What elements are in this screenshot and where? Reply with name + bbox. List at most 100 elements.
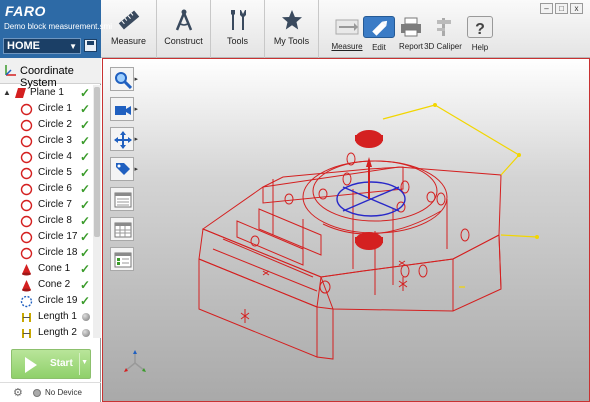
feature-label: Circle 18 xyxy=(38,247,78,258)
feature-label: Circle 8 xyxy=(38,215,72,226)
feature-label: Length 1 xyxy=(38,311,77,322)
table-view-tool[interactable] xyxy=(110,217,134,241)
checkmark-icon: ✓ xyxy=(80,294,91,308)
feature-row[interactable]: Circle 3 ✓ xyxy=(0,133,93,149)
coordinate-axes-icon xyxy=(5,65,16,76)
feature-row[interactable]: Circle 5 ✓ xyxy=(0,165,93,181)
help-button-label: Help xyxy=(471,43,489,52)
circle-icon xyxy=(20,103,33,116)
brand-panel: FARO Demo block measurement.smi HOME ▼ xyxy=(0,0,112,58)
ribbon: FARO Demo block measurement.smi HOME ▼ M… xyxy=(0,0,590,58)
feature-row[interactable]: Circle 8 ✓ xyxy=(0,213,93,229)
chevron-right-icon: ▸ xyxy=(134,76,138,83)
checkmark-icon: ✓ xyxy=(80,118,91,132)
feature-row[interactable]: Circle 18 ✓ xyxy=(0,245,93,261)
home-dropdown[interactable]: HOME ▼ xyxy=(3,38,81,54)
camera-view-tool[interactable]: ▸ xyxy=(110,97,138,121)
circle-icon xyxy=(20,151,33,164)
circle-icon xyxy=(20,215,33,228)
caliper-icon xyxy=(437,18,451,36)
tab-construct[interactable]: Construct xyxy=(157,0,211,58)
circle-constructed-icon xyxy=(20,295,33,308)
feature-row[interactable]: Cone 1 ✓ xyxy=(0,261,93,277)
checkmark-icon: ✓ xyxy=(80,230,91,244)
chevron-down-icon[interactable]: ▼ xyxy=(81,359,88,366)
feature-row[interactable]: Length 1 xyxy=(0,309,93,325)
minimize-button[interactable]: – xyxy=(540,3,553,14)
measure-ruler-icon xyxy=(118,10,139,30)
edit-button[interactable]: Edit xyxy=(363,16,395,52)
tab-my-tools-label: My Tools xyxy=(273,36,310,46)
home-label: HOME xyxy=(7,40,40,52)
gear-icon[interactable]: ⚙ xyxy=(13,386,23,399)
file-name: Demo block measurement.smi xyxy=(4,22,113,31)
circle-icon xyxy=(20,247,33,260)
pan-arrows-icon xyxy=(114,131,132,149)
list-view-tool[interactable] xyxy=(110,187,134,211)
start-button[interactable]: Start ▼ xyxy=(11,349,91,379)
length-icon xyxy=(22,329,31,338)
report-button[interactable]: Report xyxy=(395,16,427,51)
star-icon xyxy=(281,10,302,30)
measure-arrow-icon xyxy=(335,19,359,35)
feature-row[interactable]: Length 2 xyxy=(0,325,93,341)
save-icon[interactable] xyxy=(84,39,97,52)
maximize-button[interactable]: □ xyxy=(555,3,568,14)
measure-button[interactable]: Measure xyxy=(331,16,363,51)
3d-caliper-button[interactable]: 3D Caliper xyxy=(424,16,462,51)
feature-label: Circle 5 xyxy=(38,167,72,178)
play-icon xyxy=(25,357,37,373)
feature-row[interactable]: Circle 6 ✓ xyxy=(0,181,93,197)
checkmark-icon: ✓ xyxy=(80,198,91,212)
checkmark-icon: ✓ xyxy=(80,150,91,164)
checkmark-icon: ✓ xyxy=(80,134,91,148)
feature-row[interactable]: Circle 19 ✓ xyxy=(0,293,93,309)
table-icon xyxy=(114,222,132,238)
zoom-tool[interactable]: ▸ xyxy=(110,67,138,91)
circle-icon xyxy=(20,199,33,212)
feature-row[interactable]: ▲ Plane 1 ✓ xyxy=(0,85,93,101)
tab-measure[interactable]: Measure xyxy=(101,0,157,58)
feature-row[interactable]: Circle 17 ✓ xyxy=(0,229,93,245)
close-button[interactable]: x xyxy=(570,3,583,14)
help-button[interactable]: ? Help xyxy=(467,16,493,52)
chevron-down-icon: ▼ xyxy=(69,42,77,51)
pan-tool[interactable]: ▸ xyxy=(110,127,138,151)
feature-label: Circle 2 xyxy=(38,119,72,130)
collapse-icon[interactable]: ▲ xyxy=(3,85,11,101)
view-tag-tool[interactable]: ▸ xyxy=(110,157,138,181)
start-button-label: Start xyxy=(50,358,73,369)
cad-viewport[interactable]: ▸ ▸ ▸ ▸ xyxy=(102,58,590,402)
feature-row[interactable]: Circle 4 ✓ xyxy=(0,149,93,165)
feature-label: Circle 7 xyxy=(38,199,72,210)
feature-panel: Coordinate System ▲ Plane 1 ✓ Circle 1 ✓ Circ… xyxy=(0,58,101,402)
chevron-right-icon: ▸ xyxy=(134,166,138,173)
cone-icon xyxy=(22,280,31,292)
feature-label: Circle 17 xyxy=(38,231,78,242)
pending-status-icon xyxy=(82,329,90,337)
feature-row[interactable]: Circle 2 ✓ xyxy=(0,117,93,133)
pencil-icon xyxy=(372,20,388,36)
tab-construct-label: Construct xyxy=(164,36,203,46)
tab-tools[interactable]: Tools xyxy=(211,0,265,58)
scrollbar-thumb[interactable] xyxy=(94,87,100,237)
checkmark-icon: ✓ xyxy=(80,262,91,276)
compass-icon xyxy=(175,9,192,31)
feature-label: Cone 1 xyxy=(38,263,71,274)
feature-row[interactable]: Cone 2 ✓ xyxy=(0,277,93,293)
feature-tree-scrollbar[interactable] xyxy=(93,85,101,338)
tab-measure-label: Measure xyxy=(110,36,146,46)
coordinate-system-header[interactable]: Coordinate System xyxy=(0,58,101,89)
report-grid-tool[interactable] xyxy=(110,247,134,271)
axis-triad-icon xyxy=(124,350,146,372)
checkmark-icon: ✓ xyxy=(80,86,91,100)
tab-tools-label: Tools xyxy=(226,36,248,46)
feature-label: Circle 3 xyxy=(38,135,72,146)
feature-row[interactable]: Circle 7 ✓ xyxy=(0,197,93,213)
tab-my-tools[interactable]: My Tools xyxy=(265,0,319,58)
feature-label: Circle 6 xyxy=(38,183,72,194)
start-button-divider xyxy=(79,353,80,375)
feature-row[interactable]: Circle 1 ✓ xyxy=(0,101,93,117)
chevron-right-icon: ▸ xyxy=(134,106,138,113)
faro-logo: FARO xyxy=(5,3,46,19)
